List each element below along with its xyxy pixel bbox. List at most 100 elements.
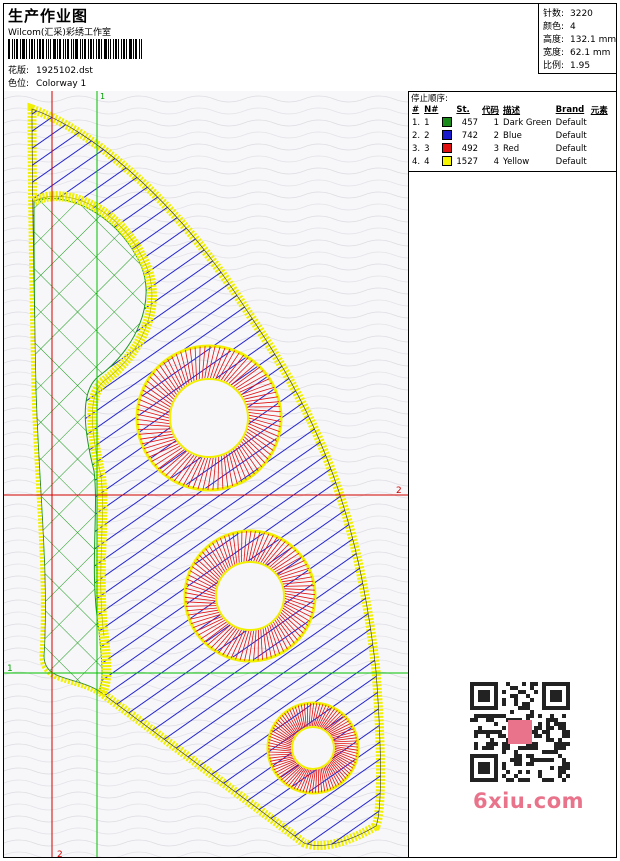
qr-module	[534, 742, 538, 746]
qr-module	[530, 746, 534, 750]
row-code: 2	[493, 130, 500, 141]
qr-module	[478, 730, 482, 734]
qr-module	[562, 766, 566, 770]
row-swatch-cell	[440, 116, 454, 129]
qr-module	[550, 714, 554, 718]
qr-module	[530, 754, 534, 758]
qr-module	[514, 702, 518, 706]
row-element	[589, 129, 610, 142]
qr-module	[562, 730, 566, 734]
row-brand: Default	[555, 130, 587, 141]
row-stitches: 1527	[456, 156, 479, 167]
qr-module	[510, 758, 514, 762]
scale-label: 比例:	[543, 61, 565, 71]
qr-module	[538, 770, 542, 774]
col-header-description: 描述	[503, 105, 521, 116]
qr-module	[566, 742, 570, 746]
col-header-code: 代码	[482, 105, 500, 116]
row-swatch-cell	[440, 155, 454, 168]
qr-module	[526, 706, 530, 710]
row-needle: 4	[424, 156, 430, 167]
qr-module	[554, 750, 558, 754]
qr-module	[502, 762, 506, 766]
qr-module	[474, 742, 478, 746]
qr-module	[534, 758, 538, 762]
qr-module	[538, 714, 542, 718]
table-row: 2. 2 742 2 Blue Default	[410, 129, 610, 142]
row-brand: Default	[555, 117, 587, 128]
stitches-label: 针数:	[543, 9, 565, 19]
qr-module	[502, 742, 506, 746]
qr-module	[550, 750, 554, 754]
qr-module	[514, 698, 518, 702]
qr-module	[522, 682, 526, 686]
col-header-element: 元素	[590, 105, 608, 116]
qr-module	[546, 718, 550, 722]
qr-module	[534, 690, 538, 694]
qr-module	[562, 734, 566, 738]
bottom-guide-marker: 2	[57, 850, 63, 857]
qr-module	[558, 770, 562, 774]
qr-module	[514, 774, 518, 778]
qr-module	[558, 722, 562, 726]
row-swatch-cell	[440, 129, 454, 142]
table-row: 4. 4 1527 4 Yellow Default	[410, 155, 610, 168]
top-guide-marker: 1	[100, 92, 105, 101]
qr-module	[542, 750, 546, 754]
qr-module	[538, 758, 542, 762]
row-index: 2.	[412, 130, 421, 141]
qr-module	[526, 714, 530, 718]
qr-module	[498, 734, 502, 738]
qr-module	[514, 762, 518, 766]
qr-finder-core	[550, 690, 562, 702]
qr-module	[550, 738, 554, 742]
qr-module	[558, 746, 562, 750]
qr-module	[522, 702, 526, 706]
row-description: Red	[503, 143, 520, 154]
qr-module	[546, 750, 550, 754]
qr-module	[514, 754, 518, 758]
qr-module	[510, 686, 514, 690]
qr-module	[502, 766, 506, 770]
qr-module	[470, 718, 474, 722]
color-swatch	[442, 156, 453, 167]
qr-module	[530, 682, 534, 686]
qr-module	[562, 742, 566, 746]
row-code: 4	[493, 156, 500, 167]
qr-module	[506, 746, 510, 750]
stitches-value: 3220	[570, 9, 593, 19]
qr-module	[486, 730, 490, 734]
qr-module	[522, 706, 526, 710]
height-value: 132.1 mm	[570, 35, 617, 45]
qr-module	[490, 738, 494, 742]
col-header-needle: N#	[424, 104, 439, 115]
embroidery-design-svg: 1 2 1 2	[4, 91, 408, 857]
width-value: 62.1 mm	[570, 48, 611, 58]
qr-module	[554, 722, 558, 726]
row-swatch-cell	[440, 142, 454, 155]
qr-module	[522, 690, 526, 694]
stop-sequence-header-row: # N# St. 代码 描述 Brand 元素	[410, 103, 610, 116]
color-swatch	[442, 143, 453, 154]
qr-module	[546, 738, 550, 742]
ring-inner-hole	[215, 561, 285, 631]
qr-module	[562, 722, 566, 726]
qr-module	[502, 734, 506, 738]
qr-module	[486, 714, 490, 718]
qr-module	[518, 762, 522, 766]
qr-module	[506, 778, 510, 782]
qr-module	[526, 746, 530, 750]
qr-module	[514, 758, 518, 762]
qr-module	[502, 698, 506, 702]
qr-module	[474, 730, 478, 734]
qr-module	[494, 730, 498, 734]
qr-module	[510, 710, 514, 714]
qr-module	[474, 746, 478, 750]
ring-inner-hole	[291, 726, 335, 770]
qr-module	[478, 714, 482, 718]
qr-module	[534, 746, 538, 750]
qr-module	[490, 746, 494, 750]
qr-module	[502, 690, 506, 694]
qr-module	[526, 702, 530, 706]
row-stitches: 457	[461, 117, 479, 128]
